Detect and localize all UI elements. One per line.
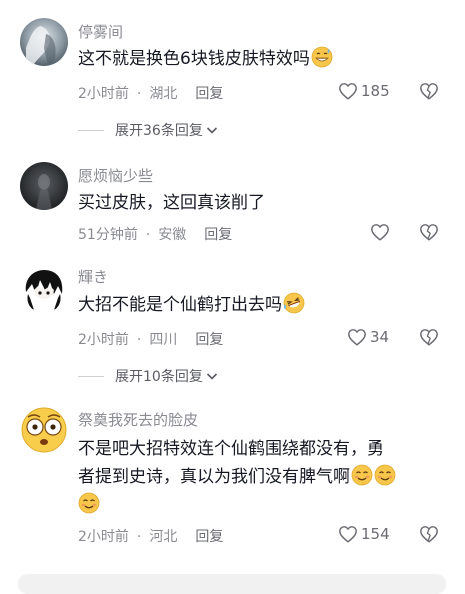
comment-text-line: 者提到史诗，真以为我们没有脾气啊 bbox=[78, 467, 350, 487]
comment-time: 2小时前 bbox=[78, 332, 129, 348]
like-button[interactable]: 34 bbox=[347, 328, 389, 346]
comment-location: 安徽 bbox=[158, 227, 187, 243]
broken-heart-icon bbox=[420, 83, 438, 100]
chevron-down-icon bbox=[206, 127, 217, 134]
comment-time: 2小时前 bbox=[78, 529, 129, 545]
comment-time: 51分钟前 bbox=[78, 227, 138, 243]
username[interactable]: 停雾间 bbox=[78, 21, 123, 42]
dislike-button[interactable] bbox=[419, 525, 439, 547]
comment-text-content: 这不就是换色6块钱皮肤特效吗 bbox=[78, 49, 310, 69]
blush-smile-emoji bbox=[78, 492, 100, 514]
heart-icon bbox=[371, 224, 389, 241]
broken-heart-icon bbox=[420, 329, 438, 346]
comment-text: 大招不能是个仙鹤打出去吗 bbox=[78, 292, 440, 318]
comment-text: 不是吧大招特效连个仙鹤围绕都没有，勇 者提到史诗，真以为我们没有脾气啊 bbox=[78, 436, 440, 518]
broken-heart-icon bbox=[420, 526, 438, 543]
comment-location: 湖北 bbox=[149, 86, 178, 102]
expand-divider bbox=[78, 129, 104, 131]
comment-meta: 2小时前 · 湖北 回复 bbox=[78, 83, 223, 103]
comment-meta: 51分钟前 · 安徽 回复 bbox=[78, 224, 232, 244]
avatar[interactable] bbox=[20, 18, 68, 66]
comment-text-content: 买过皮肤，这回真该削了 bbox=[78, 193, 265, 213]
heart-icon bbox=[348, 329, 366, 346]
comment-input-bar[interactable] bbox=[18, 574, 446, 594]
expand-replies-button[interactable]: 展开10条回复 bbox=[78, 366, 218, 386]
broken-heart-icon bbox=[420, 224, 438, 241]
avatar[interactable] bbox=[20, 162, 68, 210]
meta-separator: · bbox=[136, 529, 142, 545]
reply-button[interactable]: 回复 bbox=[195, 86, 223, 102]
comment-location: 四川 bbox=[149, 332, 178, 348]
grin-sweat-emoji bbox=[311, 46, 333, 68]
dislike-button[interactable] bbox=[419, 82, 439, 104]
heart-icon bbox=[339, 83, 357, 100]
heart-icon bbox=[339, 526, 357, 543]
chevron-down-icon bbox=[206, 373, 217, 380]
expand-replies-label: 展开10条回复 bbox=[115, 369, 203, 385]
like-button[interactable]: 154 bbox=[338, 525, 390, 543]
comment-text-line-wrap: 者提到史诗，真以为我们没有脾气啊 bbox=[78, 464, 440, 490]
blush-smile-emoji bbox=[351, 464, 373, 486]
dislike-button[interactable] bbox=[419, 328, 439, 350]
comment-meta: 2小时前 · 河北 回复 bbox=[78, 526, 223, 546]
expand-divider bbox=[78, 375, 104, 377]
comment-text: 这不就是换色6块钱皮肤特效吗 bbox=[78, 46, 440, 72]
comment-text-line: 不是吧大招特效连个仙鹤围绕都没有，勇 bbox=[78, 439, 384, 459]
like-button[interactable] bbox=[370, 223, 393, 241]
username[interactable]: 祭奠我死去的脸皮 bbox=[78, 409, 198, 430]
dislike-button[interactable] bbox=[419, 223, 439, 245]
like-count: 185 bbox=[361, 82, 390, 100]
like-button[interactable]: 185 bbox=[338, 82, 390, 100]
expand-replies-label: 展开36条回复 bbox=[115, 123, 203, 139]
blush-smile-emoji bbox=[374, 464, 396, 486]
avatar[interactable] bbox=[20, 264, 68, 312]
username[interactable]: 愿烦恼少些 bbox=[78, 165, 153, 186]
comment-text: 买过皮肤，这回真该削了 bbox=[78, 190, 440, 216]
reply-button[interactable]: 回复 bbox=[195, 529, 223, 545]
meta-separator: · bbox=[145, 227, 151, 243]
like-count: 34 bbox=[370, 328, 390, 346]
username[interactable]: 輝き bbox=[78, 266, 108, 287]
comment-time: 2小时前 bbox=[78, 86, 129, 102]
comment-location: 河北 bbox=[149, 529, 178, 545]
expand-replies-button[interactable]: 展开36条回复 bbox=[78, 120, 218, 140]
meta-separator: · bbox=[136, 332, 142, 348]
comment-text-content: 大招不能是个仙鹤打出去吗 bbox=[78, 295, 282, 315]
rolling-laugh-emoji bbox=[283, 292, 305, 314]
meta-separator: · bbox=[136, 86, 142, 102]
like-count: 154 bbox=[361, 525, 390, 543]
comment-meta: 2小时前 · 四川 回复 bbox=[78, 329, 223, 349]
reply-button[interactable]: 回复 bbox=[204, 227, 232, 243]
reply-button[interactable]: 回复 bbox=[195, 332, 223, 348]
avatar[interactable] bbox=[20, 406, 68, 454]
comment-text-line-wrap bbox=[78, 492, 440, 518]
